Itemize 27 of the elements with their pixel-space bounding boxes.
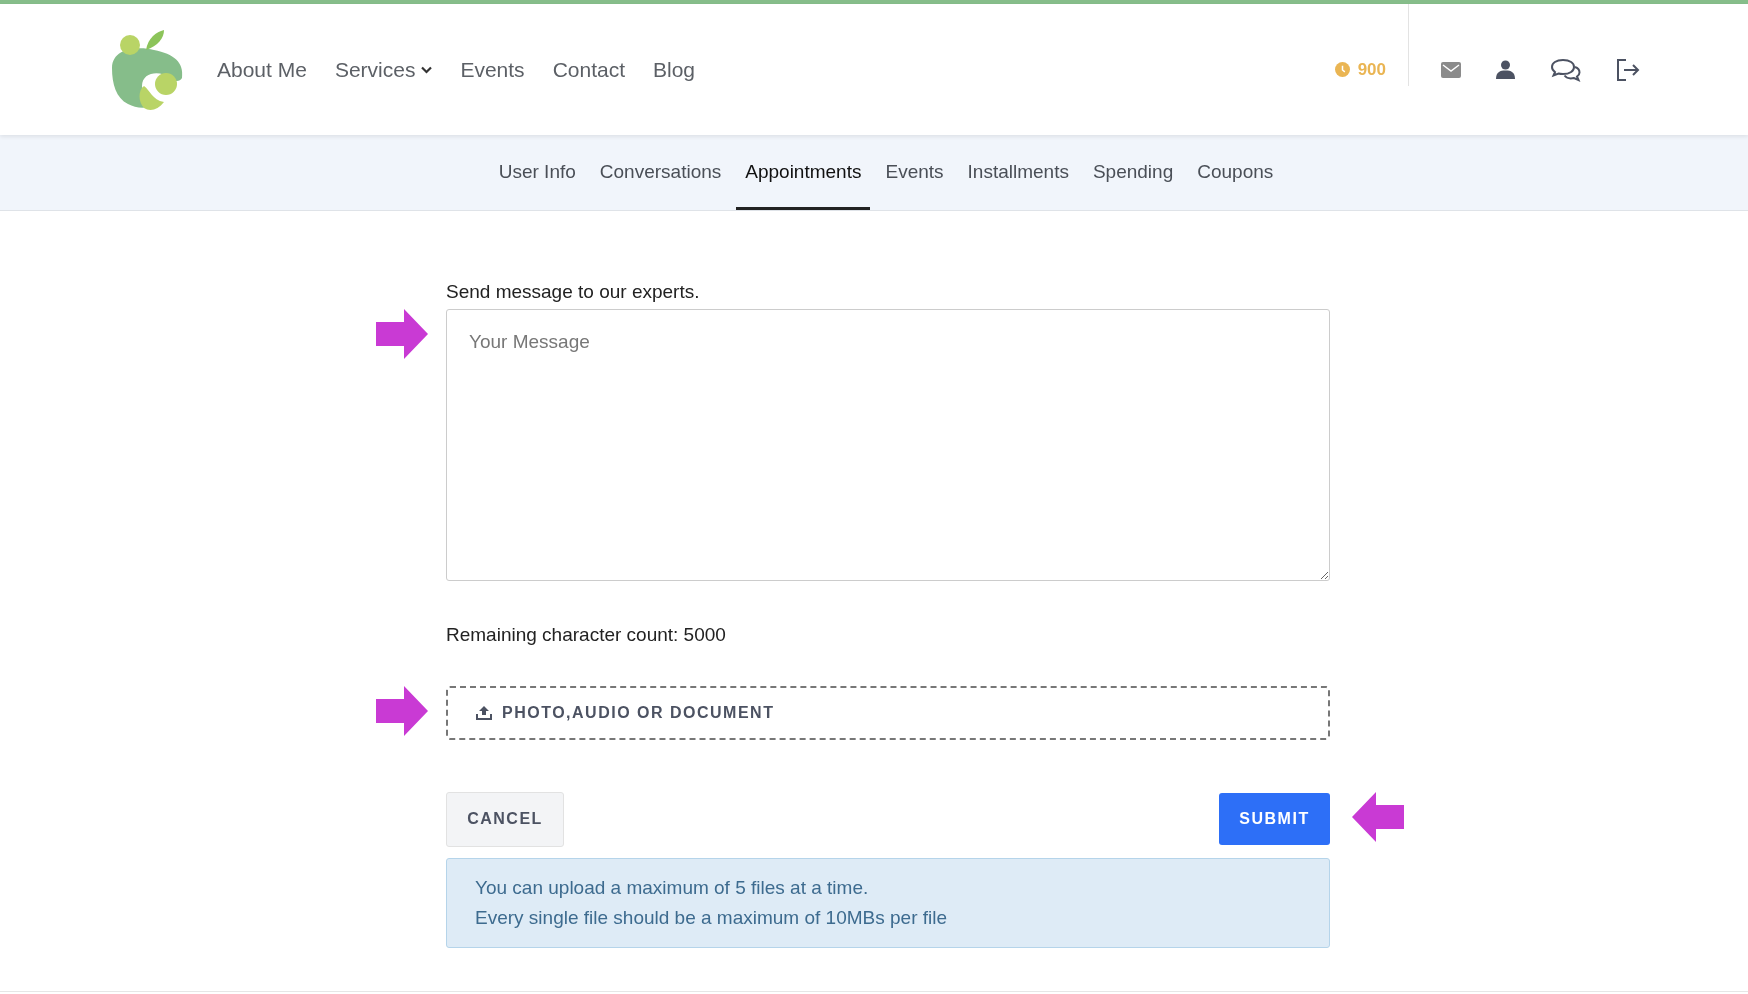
tab[interactable]: Appointments [736,135,871,210]
tab[interactable]: Coupons [1188,135,1283,210]
form-label: Send message to our experts. [446,281,701,303]
mail-icon[interactable] [1441,61,1461,78]
upload-icon [476,705,492,720]
tab[interactable]: User Info [489,135,585,210]
tab[interactable]: Events [876,135,953,210]
info-text: Every single file should be a maximum of 10MBs per file [475,906,949,929]
nav-link[interactable]: About Me [217,53,307,86]
tab[interactable]: Conversations [590,135,731,210]
character-count: Remaining character count: 5000 [446,623,727,647]
submit-button[interactable]: SUBMIT [1219,793,1330,845]
chat-icon[interactable] [1550,57,1581,82]
nav-link[interactable]: Blog [653,53,696,86]
nav-dropdown[interactable]: Services [334,53,433,86]
clock-icon [1334,62,1350,77]
message-field[interactable]: Your Message [446,309,1330,581]
points-count: 900 [1357,58,1386,81]
logout-icon[interactable] [1616,58,1640,81]
user-icon[interactable] [1496,60,1515,79]
tab[interactable]: Installments [958,135,1078,210]
nav-link[interactable]: Events [460,53,525,86]
nav-link[interactable]: Contact [552,53,625,86]
cancel-button[interactable]: CANCEL [446,791,564,847]
upload-button[interactable]: PHOTO,AUDIO OR DOCUMENT [446,685,1330,740]
tab[interactable]: Spending [1083,135,1183,210]
info-text: You can upload a maximum of 5 files at a time. [475,876,870,899]
